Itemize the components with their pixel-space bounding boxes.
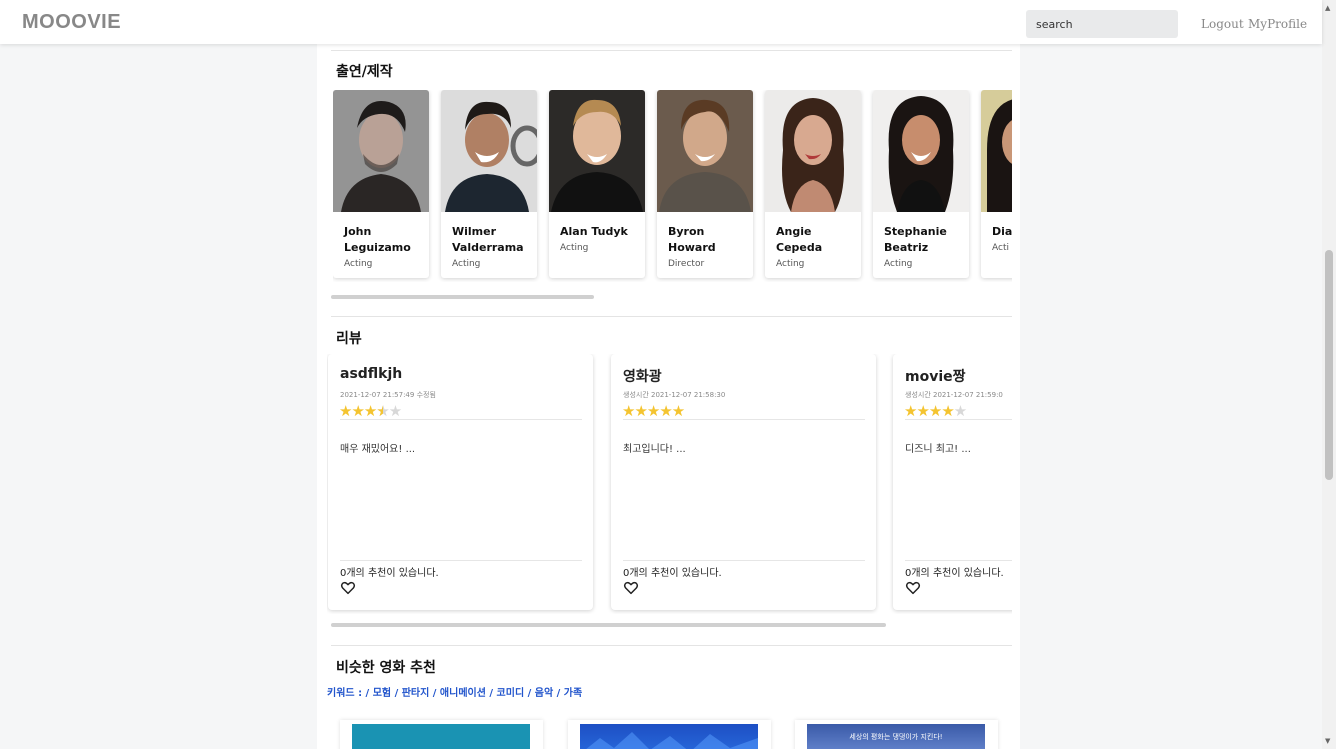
scroll-thumb[interactable] xyxy=(1325,250,1333,480)
review-body: 매우 재밌어요! ... xyxy=(340,444,416,455)
review-username: 영화광 xyxy=(623,369,662,385)
cast-name: Dia Gue Acti xyxy=(992,224,1012,256)
cast-card[interactable]: Alan Tudyk Acting xyxy=(549,90,645,278)
my-profile-link[interactable]: MyProfile xyxy=(1248,17,1307,31)
cast-card[interactable]: Wilmer Valderrama Acting xyxy=(441,90,537,278)
cast-name: Angie Cepeda Acting xyxy=(776,224,856,272)
cast-role: Acting xyxy=(344,259,373,269)
divider xyxy=(623,419,865,420)
page-scrollbar[interactable]: ▲ ▼ xyxy=(1322,0,1336,749)
cast-role: Director xyxy=(668,259,705,269)
poster-art xyxy=(586,732,758,749)
heart-icon[interactable] xyxy=(623,580,639,596)
cast-photo xyxy=(441,90,537,212)
cast-horizontal-scrollbar[interactable] xyxy=(331,295,594,299)
similar-section-title: 비슷한 영화 추천 xyxy=(336,660,436,676)
cast-photo xyxy=(981,90,1012,212)
brand-logo[interactable]: MOOOVIE xyxy=(22,11,121,34)
heart-icon[interactable] xyxy=(340,580,356,596)
cast-card[interactable]: Angie Cepeda Acting xyxy=(765,90,861,278)
review-body: 최고입니다! ... xyxy=(623,444,686,455)
scroll-down-arrow-icon[interactable]: ▼ xyxy=(1325,737,1330,745)
cast-photo xyxy=(765,90,861,212)
poster-caption: 세상의 평화는 댕댕이가 지킨다! xyxy=(849,733,943,741)
review-horizontal-scrollbar[interactable] xyxy=(331,623,886,627)
top-navbar: MOOOVIE Logout MyProfile xyxy=(0,0,1322,44)
cast-role: Acti xyxy=(992,243,1009,253)
keyword-list: 키워드 : / 모험 / 판타지 / 애니메이션 / 코미디 / 음악 / 가족 xyxy=(327,688,583,699)
cast-card[interactable]: John Leguizamo Acting xyxy=(333,90,429,278)
divider xyxy=(340,560,582,561)
cast-role: Acting xyxy=(560,243,589,253)
divider xyxy=(905,419,1012,420)
logout-link[interactable]: Logout xyxy=(1201,17,1244,31)
cast-name: John Leguizamo Acting xyxy=(344,224,424,272)
review-card[interactable]: movie짱 생성시간 2021-12-07 21:59:0 ★★★★★ 디즈니… xyxy=(893,354,1012,610)
cast-card[interactable]: Dia Gue Acti xyxy=(981,90,1012,278)
review-username: movie짱 xyxy=(905,369,966,385)
review-timestamp: 생성시간 2021-12-07 21:59:0 xyxy=(905,391,1003,399)
divider xyxy=(905,560,1012,561)
scroll-up-arrow-icon[interactable]: ▲ xyxy=(1325,4,1330,12)
review-list[interactable]: asdflkjh 2021-12-07 21:57:49 수정됨 ★★★★★★ … xyxy=(327,354,1012,614)
review-section-title: 리뷰 xyxy=(336,331,362,347)
cast-name: Stephanie Beatriz Acting xyxy=(884,224,964,272)
movie-card[interactable] xyxy=(568,720,771,749)
cast-name: Byron Howard Director xyxy=(668,224,748,272)
cast-name: Wilmer Valderrama Acting xyxy=(452,224,532,272)
movie-poster xyxy=(580,724,758,749)
movie-card[interactable] xyxy=(340,720,543,749)
cast-photo xyxy=(873,90,969,212)
movie-poster: 세상의 평화는 댕댕이가 지킨다! xyxy=(807,724,985,749)
recommendation-count: 0개의 추천이 있습니다. xyxy=(905,568,1004,579)
divider xyxy=(340,419,582,420)
cast-section-title: 출연/제작 xyxy=(336,64,393,80)
search-input[interactable] xyxy=(1026,10,1178,38)
cast-role: Acting xyxy=(776,259,805,269)
review-timestamp: 생성시간 2021-12-07 21:58:30 xyxy=(623,391,726,399)
recommendation-count: 0개의 추천이 있습니다. xyxy=(340,568,439,579)
rating-stars: ★★★★★★ xyxy=(339,402,402,420)
cast-photo xyxy=(657,90,753,212)
heart-icon[interactable] xyxy=(905,580,921,596)
divider xyxy=(623,560,865,561)
cast-photo xyxy=(333,90,429,212)
cast-role: Acting xyxy=(884,259,913,269)
main-content: 출연/제작 John Leguizamo Acting Wilmer Valde… xyxy=(317,44,1020,749)
review-card[interactable]: 영화광 생성시간 2021-12-07 21:58:30 ★★★★★ 최고입니다… xyxy=(611,354,876,610)
rating-stars: ★★★★★ xyxy=(622,402,685,420)
cast-list[interactable]: John Leguizamo Acting Wilmer Valderrama … xyxy=(333,90,1012,282)
cast-photo xyxy=(549,90,645,212)
movie-poster xyxy=(352,724,530,749)
divider xyxy=(331,645,1012,646)
review-card[interactable]: asdflkjh 2021-12-07 21:57:49 수정됨 ★★★★★★ … xyxy=(328,354,593,610)
divider xyxy=(331,316,1012,317)
rating-stars: ★★★★★ xyxy=(904,402,967,420)
cast-card[interactable]: Stephanie Beatriz Acting xyxy=(873,90,969,278)
review-timestamp: 2021-12-07 21:57:49 수정됨 xyxy=(340,391,436,399)
cast-role: Acting xyxy=(452,259,481,269)
recommendation-count: 0개의 추천이 있습니다. xyxy=(623,568,722,579)
review-username: asdflkjh xyxy=(340,366,403,382)
cast-card[interactable]: Byron Howard Director xyxy=(657,90,753,278)
movie-card[interactable]: 세상의 평화는 댕댕이가 지킨다! xyxy=(795,720,998,749)
cast-name: Alan Tudyk Acting xyxy=(560,224,640,256)
review-body: 디즈니 최고! ... xyxy=(905,444,971,455)
divider xyxy=(331,50,1012,51)
